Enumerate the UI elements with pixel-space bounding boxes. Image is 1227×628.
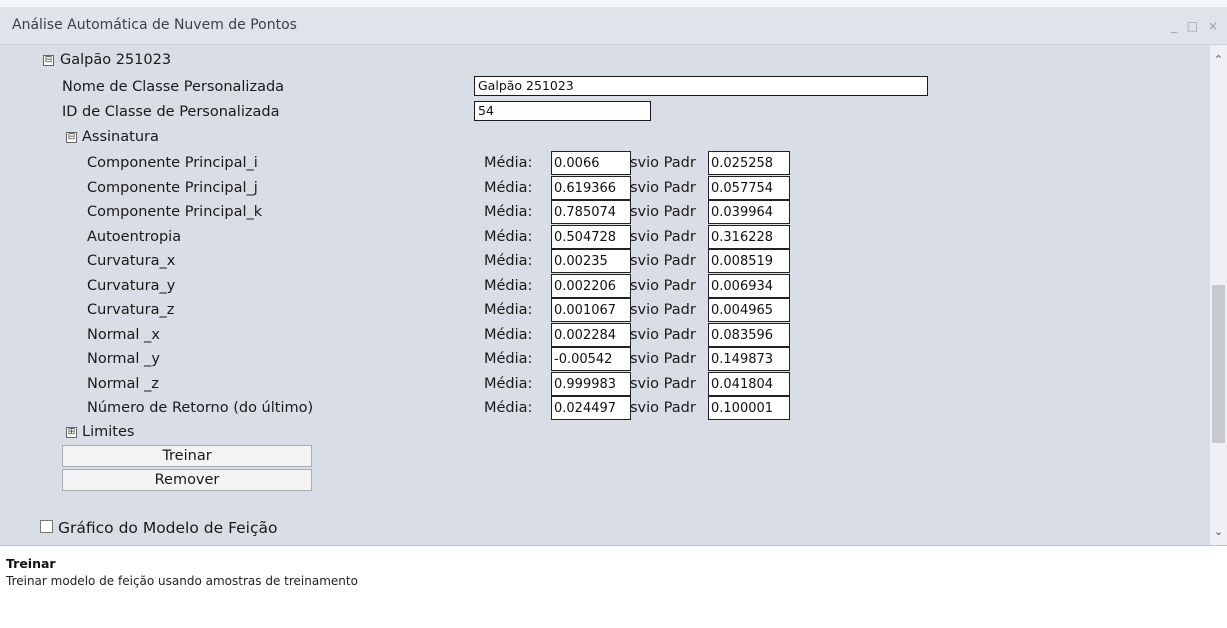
mean-label: Média:	[484, 375, 533, 392]
mean-value-field[interactable]: 0.0066	[551, 151, 631, 175]
std-value-field[interactable]: 0.025258	[708, 151, 790, 175]
mean-label: Média:	[484, 228, 533, 245]
mean-value-field[interactable]: 0.619366	[551, 175, 631, 200]
std-value-field[interactable]: 0.057754	[708, 175, 790, 200]
std-label: svio Padr	[630, 400, 696, 416]
mean-value-field[interactable]: 0.504728	[551, 224, 631, 249]
mean-label: Média:	[484, 302, 533, 318]
class-id-input[interactable]: 54	[474, 101, 651, 121]
std-label: svio Padr	[630, 204, 696, 220]
model-chart-label: Gráfico do Modelo de Feição	[58, 519, 278, 537]
top-border	[0, 0, 1227, 7]
mean-label: Média:	[484, 351, 533, 367]
class-id-label: ID de Classe de Personalizada	[62, 104, 280, 120]
signature-row-label: Normal _y	[87, 351, 160, 367]
signature-row-label: Autoentropia	[87, 228, 182, 245]
train-button[interactable]: Treinar	[62, 445, 312, 467]
signature-row-label: Normal _x	[87, 326, 160, 343]
signature-row-label: Componente Principal_k	[87, 204, 263, 220]
signature-row-label: Número de Retorno (do último)	[87, 400, 314, 416]
std-label: svio Padr	[630, 277, 696, 294]
window-controls[interactable]: _ □ ×	[1171, 19, 1221, 33]
mean-label: Média:	[484, 204, 533, 220]
title-bar: Análise Automática de Nuvem de Pontos _ …	[0, 7, 1227, 45]
std-value-field[interactable]: 0.041804	[708, 371, 790, 396]
description-text: Treinar modelo de feição usando amostras…	[6, 574, 358, 588]
property-grid: ⊟ Galpão 251023 Nome de Classe Personali…	[0, 45, 1210, 545]
description-pane: Treinar Treinar modelo de feição usando …	[0, 545, 1227, 628]
description-title: Treinar	[6, 556, 56, 571]
std-label: svio Padr	[630, 179, 696, 196]
std-value-field[interactable]: 0.006934	[708, 273, 790, 298]
window-title: Análise Automática de Nuvem de Pontos	[12, 17, 297, 33]
mean-value-field[interactable]: 0.001067	[551, 298, 631, 322]
collapse-icon[interactable]: ⊟	[43, 55, 54, 66]
mean-label: Média:	[484, 326, 533, 343]
vertical-scrollbar[interactable]: ⌃ ⌄	[1210, 45, 1227, 545]
std-label: svio Padr	[630, 326, 696, 343]
std-value-field[interactable]: 0.100001	[708, 396, 790, 420]
mean-value-field[interactable]: 0.785074	[551, 200, 631, 224]
signature-row-label: Curvatura_y	[87, 277, 176, 294]
class-name-label: Nome de Classe Personalizada	[62, 79, 285, 95]
std-value-field[interactable]: 0.083596	[708, 322, 790, 347]
class-name-input[interactable]: Galpão 251023	[474, 76, 928, 96]
signature-row-label: Componente Principal_j	[87, 179, 258, 196]
signature-row-label: Normal _z	[87, 375, 159, 392]
mean-label: Média:	[484, 277, 533, 294]
std-label: svio Padr	[630, 155, 696, 171]
std-label: svio Padr	[630, 228, 696, 245]
remove-button[interactable]: Remover	[62, 469, 312, 491]
mean-value-field[interactable]: 0.999983	[551, 371, 631, 396]
mean-value-field[interactable]: -0.00542	[551, 347, 631, 371]
scroll-down-icon[interactable]: ⌄	[1210, 525, 1227, 539]
collapse-icon[interactable]: ⊟	[66, 132, 77, 143]
std-value-field[interactable]: 0.149873	[708, 347, 790, 371]
std-label: svio Padr	[630, 375, 696, 392]
signature-label: Assinatura	[82, 129, 159, 145]
limits-label: Limites	[82, 424, 135, 440]
mean-label: Média:	[484, 155, 533, 171]
mean-value-field[interactable]: 0.024497	[551, 396, 631, 420]
mean-label: Média:	[484, 400, 533, 416]
scrollbar-thumb[interactable]	[1212, 285, 1225, 443]
std-label: svio Padr	[630, 351, 696, 367]
std-value-field[interactable]: 0.316228	[708, 224, 790, 249]
std-value-field[interactable]: 0.039964	[708, 200, 790, 224]
std-value-field[interactable]: 0.004965	[708, 298, 790, 322]
model-chart-checkbox[interactable]	[40, 520, 53, 533]
std-value-field[interactable]: 0.008519	[708, 249, 790, 273]
std-label: svio Padr	[630, 253, 696, 269]
mean-value-field[interactable]: 0.002206	[551, 273, 631, 298]
tree-root-label: Galpão 251023	[60, 52, 172, 68]
scroll-up-icon[interactable]: ⌃	[1210, 53, 1227, 67]
mean-label: Média:	[484, 179, 533, 196]
signature-row-label: Curvatura_z	[87, 302, 175, 318]
mean-value-field[interactable]: 0.00235	[551, 249, 631, 273]
mean-label: Média:	[484, 253, 533, 269]
signature-row-label: Componente Principal_i	[87, 155, 258, 171]
std-label: svio Padr	[630, 302, 696, 318]
signature-row-label: Curvatura_x	[87, 253, 176, 269]
expand-icon[interactable]: ⊞	[66, 427, 77, 438]
mean-value-field[interactable]: 0.002284	[551, 322, 631, 347]
